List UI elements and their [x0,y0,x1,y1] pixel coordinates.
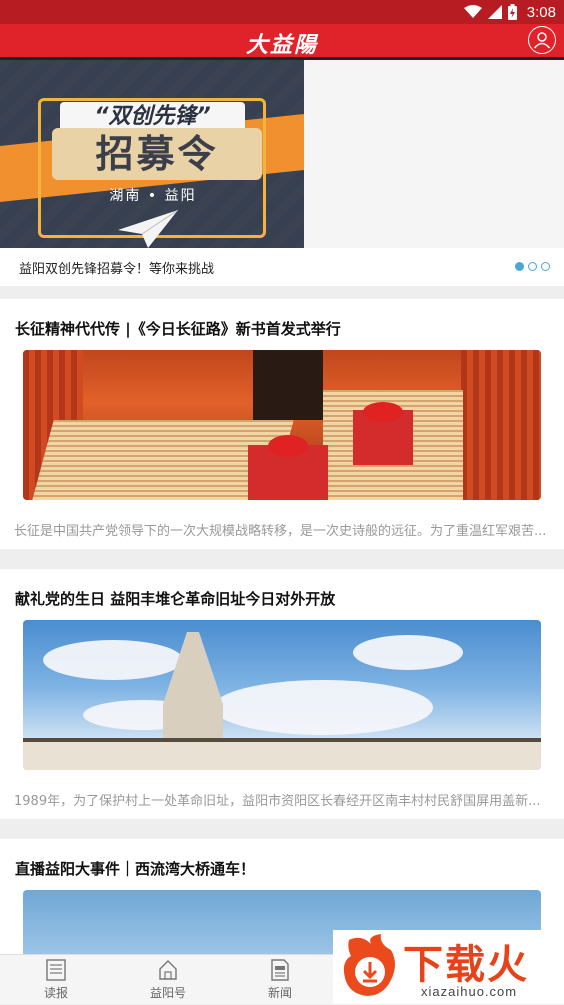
watermark-url: xiazaihuo.com [421,984,518,999]
user-profile-button[interactable] [528,26,556,54]
article-title[interactable]: 长征精神代代传 |《今日长征路》新书首发式举行 [15,318,341,339]
article-card[interactable]: 献礼党的生日 益阳丰堆仑革命旧址今日对外开放 1989年，为了保护村上一处革命旧… [0,569,564,819]
user-icon [533,32,551,49]
banner-main-text: 招募令 [52,128,262,180]
watermark: 下载火 xiazaihuo.com [333,930,564,1004]
nav-item-news[interactable]: 新闻 [224,955,336,1005]
banner-caption-bar[interactable]: 益阳双创先锋招募令！等你来挑战 [0,248,564,286]
flame-logo-icon [343,934,395,996]
nav-item-read-paper[interactable]: 读报 [0,955,112,1005]
image-gift-ribbon [268,435,308,457]
home-icon [159,960,177,980]
nav-label: 读报 [43,986,68,1000]
image-building-wall [23,738,541,770]
status-time: 3:08 [526,3,556,21]
article-summary: 1989年，为了保护村上一处革命旧址，益阳市资阳区长春经开区南丰村村民舒国屏用盖… [14,794,541,809]
carousel-dot[interactable] [528,262,537,271]
image-cloud [213,680,433,735]
carousel-dot[interactable] [515,262,524,271]
wifi-icon [463,5,482,18]
article-card[interactable]: 长征精神代代传 |《今日长征路》新书首发式举行 长征是中国共产党领导下的一次大规… [0,299,564,549]
article-image[interactable] [23,620,541,770]
image-dark-panel [253,350,323,420]
banner-caption: 益阳双创先锋招募令！等你来挑战 [19,262,215,277]
image-cloud [43,640,183,680]
battery-icon [507,4,517,20]
newspaper-icon [46,959,66,981]
article-image[interactable] [23,350,541,500]
news-doc-icon [271,959,289,981]
carousel-dots [515,262,550,271]
article-title[interactable]: 献礼党的生日 益阳丰堆仑革命旧址今日对外开放 [15,588,335,609]
app-logo: 大益陽 [245,32,318,58]
banner-sub-text: 湖南 • 益阳 [109,188,197,204]
app-header: 大益陽 [0,24,564,58]
image-cloud [353,635,463,670]
watermark-text: 下载火 [403,942,529,988]
image-gift-ribbon [363,402,403,422]
nav-label: 益阳号 [149,986,186,1000]
status-icons: 3:08 [463,3,556,21]
image-curtain-right [461,350,541,500]
nav-item-yiyang-hao[interactable]: 益阳号 [112,955,224,1005]
nav-label: 新闻 [267,986,292,1000]
signal-icon [487,5,502,19]
carousel-dot[interactable] [541,262,550,271]
article-summary: 长征是中国共产党领导下的一次大规模战略转移，是一次史诗般的远征。为了重温红军艰苦… [14,524,547,539]
paper-plane-icon [118,210,178,248]
article-title[interactable]: 直播益阳大事件｜西流湾大桥通车！ [15,858,255,879]
status-bar: 3:08 [0,0,564,24]
